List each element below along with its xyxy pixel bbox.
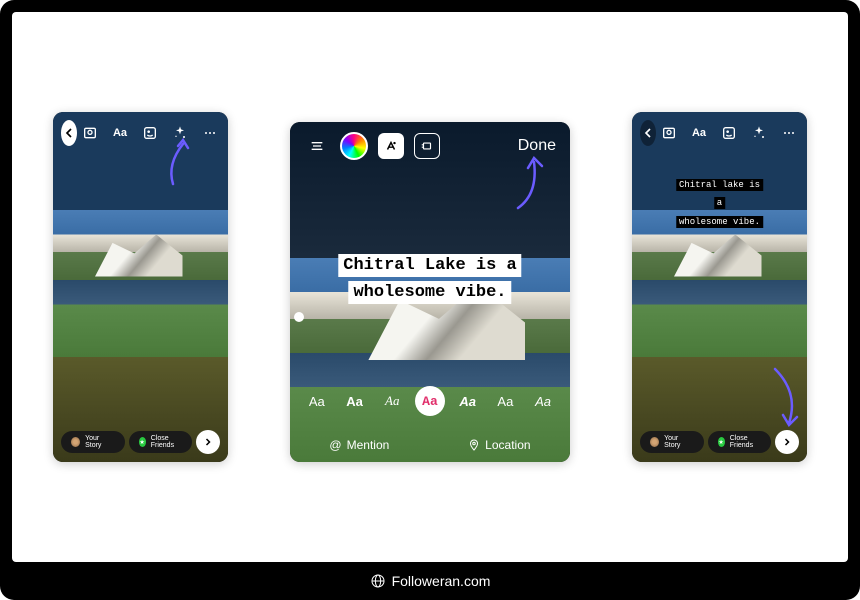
close-friends-button[interactable]: ★ Close Friends: [129, 431, 193, 453]
footer-text: Followeran.com: [392, 573, 491, 589]
screenshot-row: Aa Your Story ★ Close Friends: [12, 12, 848, 562]
quick-tags: @ Mention Location: [290, 438, 570, 452]
content-canvas: Aa Your Story ★ Close Friends: [12, 12, 848, 562]
font-option-6[interactable]: Aa: [490, 386, 520, 416]
text-tool-button[interactable]: Aa: [686, 120, 712, 146]
globe-icon: [370, 573, 386, 589]
location-pin-icon: [468, 439, 480, 451]
font-option-4-selected[interactable]: Aa: [415, 386, 445, 416]
sticker-button[interactable]: [716, 120, 742, 146]
tutorial-arrow: [769, 365, 803, 436]
back-button[interactable]: [61, 120, 77, 146]
align-button[interactable]: [304, 133, 330, 159]
font-picker: Aa Aa Aa Aa Aa Aa Aa: [290, 386, 570, 416]
bottom-bar: Your Story ★ Close Friends: [61, 430, 220, 454]
color-picker-button[interactable]: [340, 132, 368, 160]
story-editor-step1: Aa Your Story ★ Close Friends: [53, 112, 228, 462]
sticker-button[interactable]: [137, 120, 163, 146]
close-friends-button[interactable]: ★ Close Friends: [708, 431, 772, 453]
tutorial-arrow: [510, 152, 550, 217]
your-story-button[interactable]: Your Story: [61, 431, 125, 453]
effects-button[interactable]: [746, 120, 772, 146]
text-editor-step2: Done Chitral Lake is a wholesome vibe. A…: [290, 122, 570, 462]
close-friends-label: Close Friends: [730, 435, 761, 449]
text-tool-button[interactable]: Aa: [107, 120, 133, 146]
avatar-icon: [71, 437, 80, 447]
close-friends-label: Close Friends: [151, 435, 182, 449]
mention-button[interactable]: @ Mention: [329, 438, 389, 452]
ar-filter-icon[interactable]: [77, 120, 103, 146]
close-friends-icon: ★: [139, 437, 146, 447]
text-size-slider[interactable]: [294, 312, 304, 322]
font-option-1[interactable]: Aa: [302, 386, 332, 416]
avatar-icon: [650, 437, 659, 447]
story-preview-step3: Aa Chitral lake is a wholesome vibe. You…: [632, 112, 807, 462]
top-toolbar: Aa: [632, 120, 807, 146]
ar-filter-icon[interactable]: [656, 120, 682, 146]
mention-label: Mention: [347, 438, 390, 452]
caption-line2: wholesome vibe.: [348, 281, 511, 304]
font-option-2[interactable]: Aa: [340, 386, 370, 416]
your-story-button[interactable]: Your Story: [640, 431, 704, 453]
tutorial-arrow: [161, 136, 201, 191]
font-option-5[interactable]: Aa: [453, 386, 483, 416]
back-button[interactable]: [640, 120, 656, 146]
top-toolbar: Aa: [53, 120, 228, 146]
font-option-7[interactable]: Aa: [528, 386, 558, 416]
location-label: Location: [485, 438, 530, 452]
more-button[interactable]: [776, 120, 802, 146]
close-friends-icon: ★: [718, 437, 725, 447]
font-option-3[interactable]: Aa: [377, 386, 407, 416]
applied-caption[interactable]: Chitral lake is a wholesome vibe.: [676, 174, 764, 229]
location-button[interactable]: Location: [468, 438, 530, 452]
at-icon: @: [329, 438, 341, 452]
caption-line1: Chitral lake is a: [676, 179, 763, 209]
background-toggle-button[interactable]: [378, 133, 404, 159]
next-button[interactable]: [196, 430, 220, 454]
footer-watermark: Followeran.com: [0, 562, 860, 600]
animation-button[interactable]: [414, 133, 440, 159]
tablet-frame: Aa Your Story ★ Close Friends: [0, 0, 860, 600]
your-story-label: Your Story: [664, 435, 693, 449]
story-photo: [53, 112, 228, 462]
caption-line1: Chitral Lake is a: [338, 254, 521, 277]
text-input-caption[interactable]: Chitral Lake is a wholesome vibe.: [338, 252, 521, 306]
caption-line2: wholesome vibe.: [676, 216, 763, 228]
your-story-label: Your Story: [85, 435, 114, 449]
